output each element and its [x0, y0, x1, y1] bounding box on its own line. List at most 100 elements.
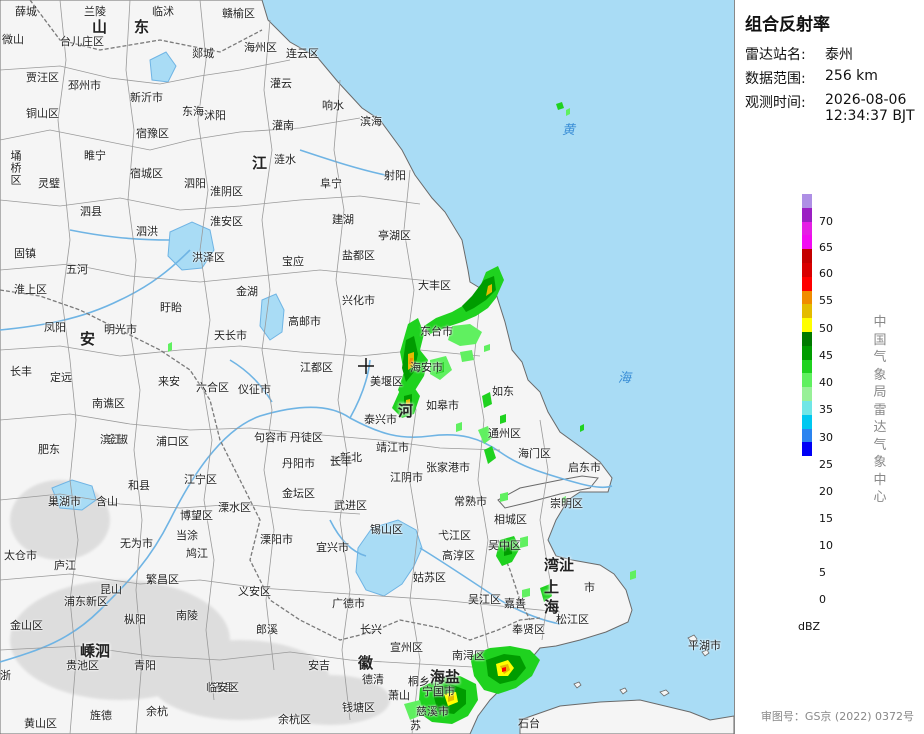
place-label: 博望区 [180, 509, 213, 522]
place-label: 睢宁 [84, 149, 106, 162]
place-label: 薛城 [15, 5, 37, 18]
place-label: 长兴 [360, 623, 382, 636]
place-label: 兰陵 [84, 5, 106, 18]
place-label: 金山区 [10, 619, 43, 632]
legend-swatch [802, 345, 812, 360]
info-panel: 组合反射率 雷达站名: 泰州 数据范围: 256 km 观测时间: 2026-08-0… [735, 0, 924, 734]
place-label: 苏 [410, 719, 421, 732]
place-label: 弋江区 [438, 529, 471, 542]
region-label: 上 [544, 578, 560, 596]
place-label: 泗县 [80, 205, 102, 218]
credit-vertical: 中国气象局雷达气象中心 [873, 315, 887, 505]
place-label: 江宁区 [184, 473, 217, 486]
legend-tick-label: 5 [819, 566, 826, 579]
range-label: 数据范围: [745, 71, 806, 87]
place-label: 邳州市 [68, 79, 101, 92]
region-label: 山 [92, 18, 108, 36]
legend-tick-label: 35 [819, 403, 833, 416]
place-label: 浦口区 [156, 435, 189, 448]
place-label: 南浔区 [452, 649, 485, 662]
region-label: 东 [134, 18, 150, 36]
place-label: 奉贤区 [512, 623, 545, 636]
place-label: 贵池区 [66, 659, 99, 672]
place-label: 肥东 [38, 443, 60, 456]
place-label: 丹徒区 [290, 431, 323, 444]
legend-swatch [802, 414, 812, 429]
place-label: 铜山区 [26, 107, 59, 120]
place-label: 海安市 [410, 361, 443, 374]
place-label: 泗阳 [184, 177, 206, 190]
place-label: 六合区 [196, 381, 229, 394]
place-label: 石台 [518, 717, 540, 730]
place-label: 灌南 [272, 119, 294, 132]
place-label: 锡山区 [370, 523, 403, 536]
place-label: 常熟市 [454, 495, 487, 508]
place-label: 涟水 [274, 153, 296, 166]
place-label: 溧阳市 [260, 533, 293, 546]
place-label: 吴江区 [468, 593, 501, 606]
place-label: 临沭 [152, 5, 174, 18]
place-label: 仪征市 [238, 383, 271, 396]
place-label: 宿豫区 [136, 127, 169, 140]
place-label: 宿城区 [130, 167, 163, 180]
place-label: 余杭 [146, 705, 168, 718]
place-label: 大丰区 [418, 279, 451, 292]
legend-swatch [802, 359, 812, 374]
place-label: 建湖 [332, 213, 354, 226]
place-label: 相城区 [494, 513, 527, 526]
place-label: 定远 [50, 371, 72, 384]
legend-swatch [802, 331, 812, 346]
legend-tick-label: 60 [819, 267, 833, 280]
place-label: 赣榆区 [222, 7, 255, 20]
place-label: 来安 [158, 375, 180, 388]
place-label: 义安区 [238, 585, 271, 598]
place-label: 溧水区 [218, 501, 251, 514]
time-clock: 12:34:37 BJT [825, 108, 915, 124]
time-label: 观测时间: [745, 95, 806, 111]
place-label: 江阴市 [390, 471, 423, 484]
place-label: 微山 [2, 33, 24, 46]
place-label: 金坛区 [282, 487, 315, 500]
place-label: 郎溪 [256, 623, 278, 636]
place-label: 泗洪 [136, 225, 158, 238]
place-label: 太仓市 [4, 549, 37, 562]
legend-swatch [802, 290, 812, 305]
place-label: 海州区 [244, 41, 277, 54]
place-label: 金湖 [236, 285, 258, 298]
legend-swatch [802, 304, 812, 319]
legend-swatch [802, 249, 812, 263]
place-label: 泰兴市 [364, 413, 397, 426]
place-label: 南谯区 [92, 397, 125, 410]
place-label: 响水 [322, 99, 344, 112]
place-label: 姑苏区 [413, 571, 446, 584]
place-label: 启东市 [568, 461, 601, 474]
place-label: 长丰 [10, 365, 32, 378]
place-label: 盐都区 [342, 249, 375, 262]
place-label: 崇明区 [550, 497, 583, 510]
legend-swatch [802, 235, 812, 250]
place-label: 嘉善 [504, 597, 526, 610]
place-label: 丹阳市 [282, 457, 315, 470]
place-label: 临安区 [206, 681, 239, 694]
place-label: 淮上区 [14, 283, 47, 296]
place-label: 凤阳 [44, 321, 66, 334]
region-label: 海盐 [430, 668, 461, 686]
place-label: 灵璧 [38, 177, 60, 190]
legend-tick-label: 45 [819, 349, 833, 362]
place-label: 当涂 [176, 529, 198, 542]
place-label: 萧山 [388, 689, 410, 702]
place-label: 浦东新区 [64, 595, 108, 608]
radar-map[interactable]: 薛城 兰陵山 东临沭 赣榆区 微山 台儿庄区 郯城 海州区 连云区 贾汪区 邳州市 新沂市 东海 灌云 铜山… [0, 0, 735, 734]
place-label: 海门区 [518, 447, 551, 460]
product-title: 组合反射率 [745, 15, 830, 35]
place-label: 市 [584, 581, 595, 594]
legend-swatch [802, 276, 812, 291]
place-label: 美堰区 [370, 375, 403, 388]
place-label: 沭阳 [204, 109, 226, 122]
place-label: 庐江 [54, 559, 76, 572]
legend-swatch [802, 221, 812, 236]
legend-tick-label: 30 [819, 431, 833, 444]
place-label: 黄山区 [24, 717, 57, 730]
place-label: 郯城 [192, 47, 214, 60]
region-label: 徽 [358, 654, 374, 672]
